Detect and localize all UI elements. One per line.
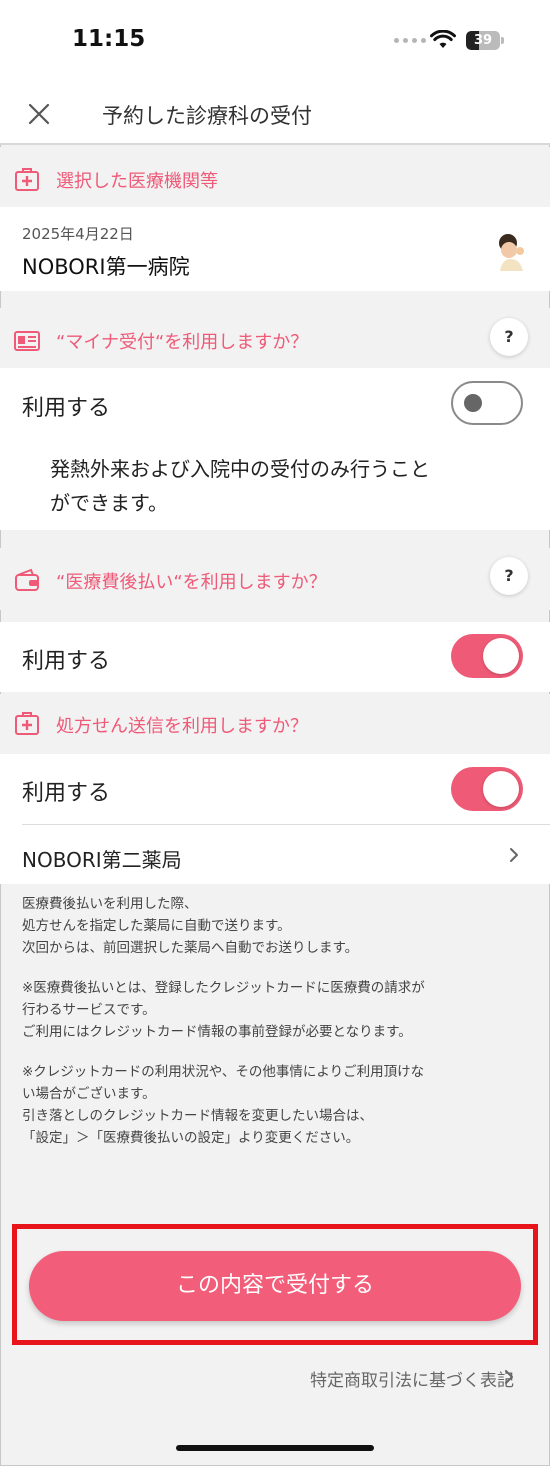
payment-section-header: “医療費後払い“を利用しますか？ ? <box>0 548 550 610</box>
payment-toggle-label: 利用する <box>22 649 111 674</box>
payment-section-title: “医療費後払い“を利用しますか？ <box>56 572 327 593</box>
myna-section-header: “マイナ受付“を利用しますか？ ? <box>0 308 550 370</box>
status-time: 11:15 <box>72 26 146 52</box>
avatar <box>499 234 524 271</box>
battery-level: 39 <box>473 33 493 48</box>
nav-header: 予約した診療科の受付 <box>0 88 550 145</box>
divider <box>22 824 550 825</box>
notes-text: 医療費後払いを利用した際、 処方せんを指定した薬局に自動で送ります。 次回からは… <box>22 896 425 1146</box>
prescription-toggle-label: 利用する <box>22 781 111 806</box>
chevron-right-icon <box>505 1370 513 1384</box>
close-icon[interactable] <box>27 102 51 126</box>
myna-card: 利用する 発熱外来および入院中の受付のみ行うこと ができます。 <box>0 368 550 530</box>
submit-highlight-box: この内容で受付する <box>12 1224 538 1345</box>
prescription-section-header: 処方せん送信を利用しますか？ <box>0 694 550 756</box>
myna-note: 発熱外来および入院中の受付のみ行うこと ができます。 <box>50 457 430 515</box>
prescription-section-title: 処方せん送信を利用しますか？ <box>56 716 308 737</box>
wallet-icon <box>15 568 39 591</box>
page-title: 予約した診療科の受付 <box>102 104 312 128</box>
appointment-date: 2025年4月22日 <box>22 225 134 243</box>
pharmacy-name: NOBORI第二薬局 <box>22 848 182 872</box>
submit-button[interactable]: この内容で受付する <box>29 1251 521 1321</box>
facility-section-title: 選択した医療機関等 <box>56 171 218 192</box>
home-indicator <box>176 1445 374 1451</box>
id-card-icon <box>14 331 40 351</box>
prescription-toggle[interactable] <box>451 767 523 811</box>
facility-card: 2025年4月22日 NOBORI第一病院 <box>0 207 550 291</box>
signal-dots-icon <box>394 38 426 43</box>
legal-notice-link[interactable]: 特定商取引法に基づく表記 <box>310 1366 514 1391</box>
payment-help-button[interactable]: ? <box>490 557 528 595</box>
myna-help-button[interactable]: ? <box>490 318 528 356</box>
status-bar: 11:15 39 <box>0 0 550 88</box>
myna-toggle-label: 利用する <box>22 396 111 421</box>
wifi-icon <box>430 30 456 48</box>
prescription-card: 利用する NOBORI第二薬局 <box>0 754 550 884</box>
payment-card: 利用する <box>0 622 550 692</box>
battery-icon: 39 <box>466 31 504 50</box>
hospital-name: NOBORI第一病院 <box>22 255 190 279</box>
payment-toggle[interactable] <box>451 634 523 678</box>
chevron-right-icon <box>510 848 518 862</box>
facility-section-header: 選択した医療機関等 <box>0 147 550 209</box>
hospital-icon <box>15 712 39 735</box>
hospital-icon <box>15 168 39 191</box>
myna-toggle[interactable] <box>451 381 523 425</box>
myna-section-title: “マイナ受付“を利用しますか？ <box>56 332 309 353</box>
